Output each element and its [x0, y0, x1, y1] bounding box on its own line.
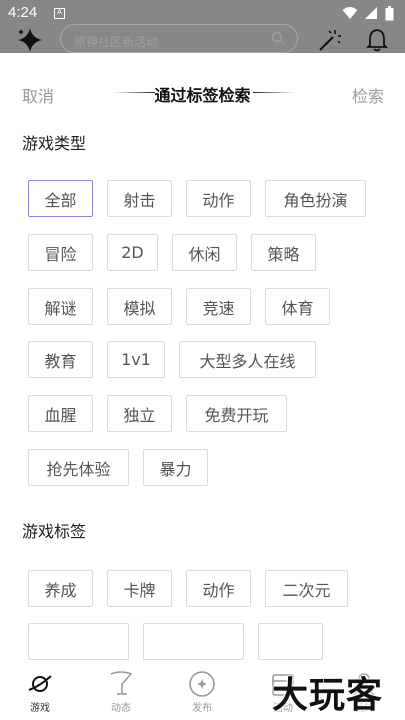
watermark-logo: 大玩客 [272, 675, 384, 716]
sparkle-icon[interactable] [16, 26, 44, 54]
tag-game-type[interactable]: 策略 [251, 234, 316, 271]
tag-game-type[interactable]: 冒险 [28, 234, 93, 271]
tag-game-type[interactable]: 角色扮演 [265, 180, 366, 217]
search-icon [271, 31, 285, 45]
tag-game-type[interactable]: 休闲 [172, 234, 237, 271]
tag-game-type[interactable]: 动作 [186, 180, 251, 217]
tag-game-type[interactable]: 免费开玩 [186, 395, 287, 432]
wifi-icon [342, 7, 358, 19]
signal-icon [365, 7, 377, 19]
app-top-bar: 原神社区新活动 [0, 24, 405, 54]
tab-label: 游戏 [30, 703, 50, 714]
tab-feed[interactable]: 动态 [91, 665, 151, 720]
tag-game-type[interactable]: 大型多人在线 [179, 341, 316, 378]
tag-game-type[interactable]: 射击 [107, 180, 172, 217]
planet-icon [28, 675, 52, 692]
sheet-header: 取消 通过标签检索 检索 [0, 53, 405, 131]
tag-game-label[interactable]: 动作 [186, 570, 251, 607]
sheet-title: 通过标签检索 [154, 86, 251, 105]
tag-game-type[interactable]: 1v1 [107, 341, 165, 378]
tab-label: 发布 [192, 703, 212, 714]
tag-game-label-partial[interactable] [28, 623, 129, 660]
tag-game-type[interactable]: 抢先体验 [28, 449, 129, 486]
antenna-icon [110, 671, 133, 695]
tab-label: 动态 [111, 703, 131, 714]
search-button[interactable]: 检索 [352, 83, 384, 107]
tag-game-type[interactable]: 体育 [265, 288, 330, 325]
tag-game-type[interactable]: 血腥 [28, 395, 93, 432]
tag-game-label[interactable]: 卡牌 [107, 570, 172, 607]
tab-games[interactable]: 游戏 [10, 665, 70, 720]
tag-game-type[interactable]: 教育 [28, 341, 93, 378]
search-placeholder: 原神社区新活动 [74, 35, 159, 49]
tag-filter-sheet: 取消 通过标签检索 检索 游戏类型 全部 射击 动作 角色扮演 冒险 2D 休闲… [0, 53, 405, 665]
tag-game-label-partial[interactable] [143, 623, 244, 660]
tag-game-type[interactable]: 独立 [107, 395, 172, 432]
section-title-game-tags: 游戏标签 [22, 522, 87, 541]
tag-game-type[interactable]: 暴力 [143, 449, 208, 486]
tag-game-label[interactable]: 养成 [28, 570, 93, 607]
title-divider-right [253, 92, 295, 93]
status-time: 4:24 [8, 4, 38, 21]
search-bar[interactable]: 原神社区新活动 [60, 24, 298, 53]
tag-game-type[interactable]: 2D [107, 234, 158, 271]
tag-game-type[interactable]: 解谜 [28, 288, 93, 325]
tab-publish[interactable]: 发布 [172, 665, 232, 720]
tag-game-label[interactable]: 二次元 [265, 570, 348, 607]
tag-game-type[interactable]: 模拟 [107, 288, 172, 325]
magic-wand-icon[interactable] [316, 28, 342, 54]
section-title-game-type: 游戏类型 [22, 134, 87, 153]
notification-icon: A [54, 8, 65, 19]
battery-icon [385, 6, 394, 21]
tag-game-type[interactable]: 全部 [28, 180, 93, 217]
tag-game-label-partial[interactable] [258, 623, 323, 660]
bell-icon[interactable] [366, 28, 388, 52]
tag-game-type[interactable]: 竞速 [186, 288, 251, 325]
publish-icon [189, 671, 215, 697]
